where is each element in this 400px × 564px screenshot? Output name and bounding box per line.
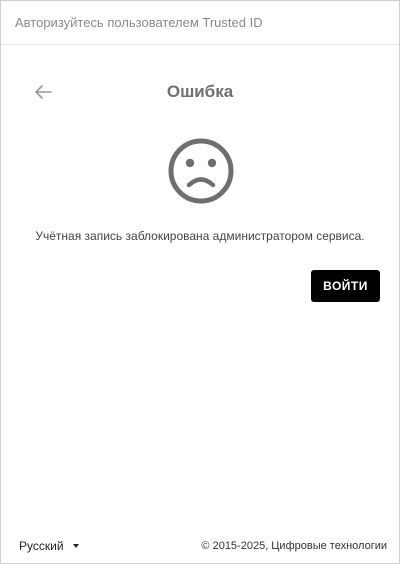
copyright-text: © 2015-2025, Цифровые технологии bbox=[201, 540, 387, 552]
caret-down-icon bbox=[72, 544, 79, 548]
page-title: Ошибка bbox=[166, 82, 234, 101]
auth-window: Авторизуйтесь пользователем Trusted ID О… bbox=[0, 0, 400, 564]
window-titlebar: Авторизуйтесь пользователем Trusted ID bbox=[1, 1, 399, 45]
language-select[interactable]: Русский bbox=[19, 539, 79, 553]
error-message: Учётная запись заблокирована администрат… bbox=[35, 229, 365, 243]
login-button[interactable]: ВОЙТИ bbox=[311, 270, 380, 302]
sad-face-icon bbox=[168, 138, 234, 204]
window-title: Авторизуйтесь пользователем Trusted ID bbox=[15, 15, 263, 30]
language-label: Русский bbox=[19, 539, 64, 553]
